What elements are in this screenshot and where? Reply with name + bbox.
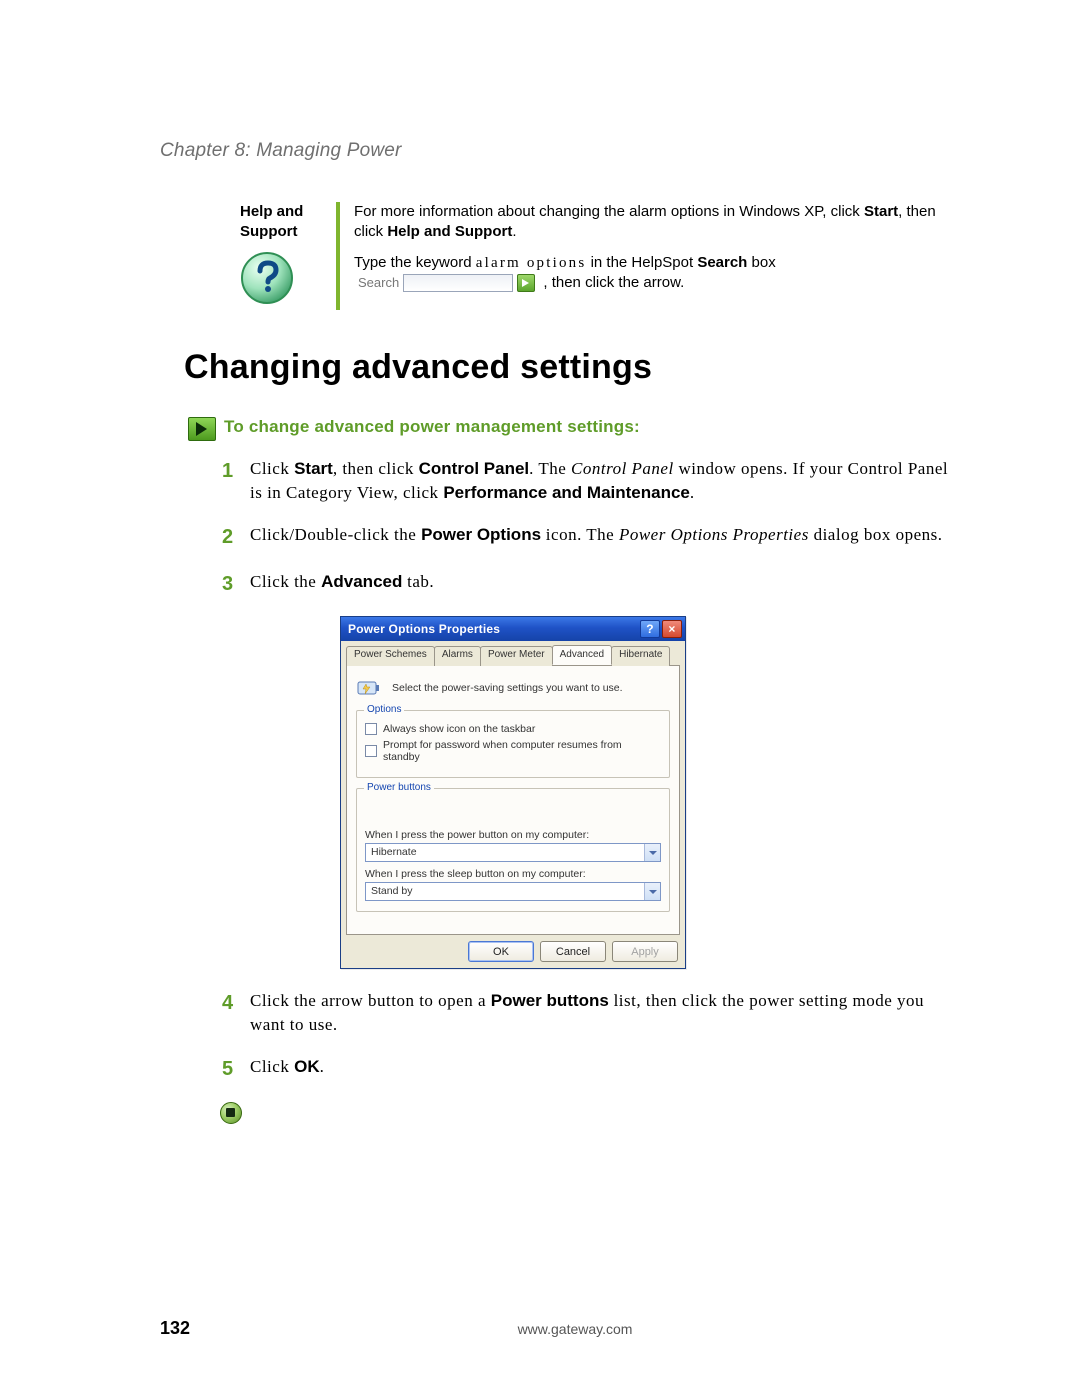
checkbox-label: Prompt for password when computer resume…: [383, 739, 661, 763]
step-number: 2: [222, 523, 250, 551]
options-legend: Options: [364, 704, 404, 715]
power-button-dropdown[interactable]: Hibernate: [365, 843, 661, 862]
t: Advanced: [321, 572, 402, 591]
checkbox-icon: [365, 723, 377, 735]
dropdown-value: Stand by: [366, 883, 644, 900]
end-of-procedure-icon: [220, 1102, 242, 1124]
t: Start: [864, 203, 898, 220]
dialog-titlebar: Power Options Properties ? ×: [341, 617, 685, 641]
t: Click: [250, 459, 294, 478]
t: Start: [294, 459, 333, 478]
t: .: [512, 223, 516, 240]
t: .: [320, 1057, 325, 1076]
power-options-dialog: Power Options Properties ? × Power Schem…: [340, 616, 686, 969]
tab-hibernate[interactable]: Hibernate: [611, 646, 670, 666]
titlebar-help-button[interactable]: ?: [640, 620, 660, 638]
t: box: [747, 254, 775, 271]
t: OK: [294, 1057, 320, 1076]
power-buttons-group: Power buttons When I press the power but…: [356, 788, 670, 912]
tab-power-schemes[interactable]: Power Schemes: [346, 646, 435, 666]
section-heading: Changing advanced settings: [184, 348, 960, 387]
tab-strip: Power Schemes Alarms Power Meter Advance…: [346, 645, 680, 666]
page-footer: 132 www.gateway.com: [160, 1318, 960, 1339]
t: icon. The: [541, 525, 619, 544]
t: in the HelpSpot: [586, 254, 697, 271]
help-question-icon: [240, 251, 328, 310]
steps-list: 1 Click Start, then click Control Panel.…: [222, 457, 960, 598]
t: , then click: [333, 459, 419, 478]
checkbox-show-icon[interactable]: Always show icon on the taskbar: [365, 723, 661, 735]
step-number: 4: [222, 989, 250, 1017]
search-input[interactable]: [403, 274, 513, 292]
t: Click/Double-click the: [250, 525, 421, 544]
steps-list-cont: 4 Click the arrow button to open a Power…: [222, 989, 960, 1084]
t: Help and Support: [387, 223, 512, 240]
dialog-title: Power Options Properties: [348, 622, 500, 636]
t: Click: [250, 1057, 294, 1076]
help-text: For more information about changing the …: [340, 202, 960, 310]
step-2: 2 Click/Double-click the Power Options i…: [222, 523, 960, 551]
t: Power Options Properties: [619, 525, 809, 544]
dropdown-value: Hibernate: [366, 844, 644, 861]
t: Type the keyword: [354, 254, 476, 271]
t: Control Panel: [419, 459, 530, 478]
checkbox-label: Always show icon on the taskbar: [383, 723, 535, 735]
step-4: 4 Click the arrow button to open a Power…: [222, 989, 960, 1037]
step-3: 3 Click the Advanced tab.: [222, 570, 960, 598]
keyword: alarm options: [476, 255, 587, 271]
tab-power-meter[interactable]: Power Meter: [480, 646, 553, 666]
tab-alarms[interactable]: Alarms: [434, 646, 481, 666]
titlebar-close-button[interactable]: ×: [662, 620, 682, 638]
t: .: [690, 483, 695, 502]
t: Performance and Maintenance: [443, 483, 690, 502]
step-number: 5: [222, 1055, 250, 1083]
battery-icon: [356, 676, 384, 700]
t: Control Panel: [571, 459, 674, 478]
step-5: 5 Click OK.: [222, 1055, 960, 1083]
apply-button[interactable]: Apply: [612, 941, 678, 962]
cancel-button[interactable]: Cancel: [540, 941, 606, 962]
tab-panel-advanced: Select the power-saving settings you wan…: [346, 666, 680, 935]
task-title: To change advanced power management sett…: [224, 417, 640, 437]
page-number: 132: [160, 1318, 190, 1339]
t: Power Options: [421, 525, 541, 544]
help-support-block: Help and Support: [240, 202, 960, 310]
t: tab.: [402, 572, 434, 591]
help-label-line1: Help and: [240, 202, 328, 222]
dialog-figure: Power Options Properties ? × Power Schem…: [340, 616, 960, 969]
step-1: 1 Click Start, then click Control Panel.…: [222, 457, 960, 505]
options-group: Options Always show icon on the taskbar …: [356, 710, 670, 778]
sleep-button-dropdown[interactable]: Stand by: [365, 882, 661, 901]
helpspot-search-widget: Search: [358, 274, 535, 292]
t: , then click the arrow.: [543, 274, 684, 291]
help-label-line2: Support: [240, 222, 328, 242]
tab-advanced[interactable]: Advanced: [552, 645, 612, 665]
checkbox-prompt-password[interactable]: Prompt for password when computer resume…: [365, 739, 661, 763]
task-header: To change advanced power management sett…: [188, 417, 960, 441]
t: . The: [529, 459, 571, 478]
search-go-button[interactable]: [517, 274, 535, 292]
checkbox-icon: [365, 745, 377, 757]
t: Click the arrow button to open a: [250, 991, 491, 1010]
play-icon: [188, 417, 216, 441]
power-buttons-legend: Power buttons: [364, 782, 434, 793]
help-left-column: Help and Support: [240, 202, 340, 310]
chevron-down-icon: [644, 844, 660, 861]
t: For more information about changing the …: [354, 203, 864, 220]
t: Power buttons: [491, 991, 609, 1010]
chevron-down-icon: [644, 883, 660, 900]
footer-url: www.gateway.com: [190, 1321, 960, 1337]
t: Click the: [250, 572, 321, 591]
step-number: 3: [222, 570, 250, 598]
panel-header-text: Select the power-saving settings you wan…: [392, 682, 623, 694]
search-label: Search: [358, 274, 399, 292]
t: Search: [697, 254, 747, 271]
chapter-title: Chapter 8: Managing Power: [160, 140, 960, 162]
ok-button[interactable]: OK: [468, 941, 534, 962]
t: dialog box opens.: [809, 525, 943, 544]
power-button-label: When I press the power button on my comp…: [365, 829, 661, 841]
sleep-button-label: When I press the sleep button on my comp…: [365, 868, 661, 880]
step-number: 1: [222, 457, 250, 485]
